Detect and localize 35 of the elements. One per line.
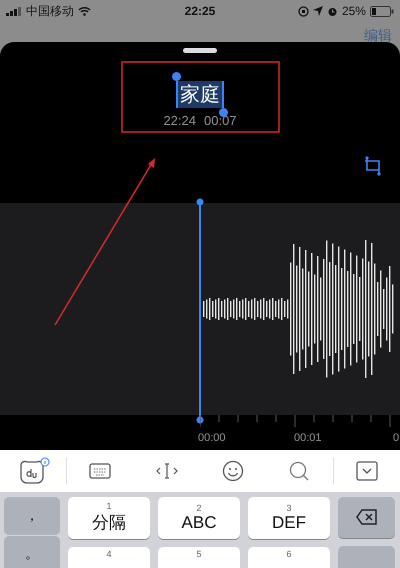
keyboard-icon[interactable] bbox=[89, 463, 112, 479]
rotation-lock-icon bbox=[298, 6, 309, 16]
wifi-icon bbox=[78, 6, 91, 16]
keyboard-key[interactable]: 3 DEF bbox=[248, 497, 330, 539]
recording-title[interactable]: 家庭 bbox=[176, 81, 224, 108]
recording-duration: 00:07 bbox=[204, 113, 237, 128]
signal-icon bbox=[6, 6, 22, 16]
delete-icon bbox=[356, 509, 378, 526]
battery-icon bbox=[370, 6, 394, 16]
cursor-move-icon[interactable] bbox=[154, 462, 179, 480]
keyboard-key[interactable]: 5 bbox=[158, 546, 240, 568]
keyboard-key[interactable]: 2 ABC bbox=[158, 497, 240, 539]
keyboard-key[interactable]: 6 bbox=[248, 546, 330, 568]
hide-keyboard-icon[interactable] bbox=[356, 461, 378, 481]
recording-time: 22:24 bbox=[163, 113, 196, 128]
carrier-name: 中国移动 bbox=[26, 2, 74, 20]
timeline-label: 0 bbox=[393, 432, 400, 444]
clock-time: 22:25 bbox=[184, 4, 216, 18]
keyboard-key[interactable]: 1 分隔 bbox=[68, 497, 150, 539]
battery-percentage: 25% bbox=[342, 4, 366, 18]
timeline-label: 00:00 bbox=[198, 432, 226, 444]
alarm-icon bbox=[326, 6, 338, 16]
selection-handle[interactable] bbox=[219, 108, 228, 117]
location-icon bbox=[312, 6, 323, 16]
timeline-label: 00:01 bbox=[294, 432, 322, 444]
sheet-grabber[interactable] bbox=[183, 48, 217, 52]
delete-key[interactable] bbox=[338, 497, 395, 538]
playhead[interactable] bbox=[196, 198, 204, 424]
crop-icon[interactable] bbox=[364, 156, 382, 176]
keyboard-key[interactable]: 4 bbox=[68, 546, 150, 568]
punctuation-key[interactable]: ， bbox=[4, 497, 60, 534]
smiley-icon[interactable] bbox=[222, 460, 244, 482]
punctuation-key[interactable]: 。 bbox=[4, 536, 60, 568]
selection-handle[interactable] bbox=[172, 72, 181, 81]
search-icon[interactable] bbox=[289, 461, 310, 481]
